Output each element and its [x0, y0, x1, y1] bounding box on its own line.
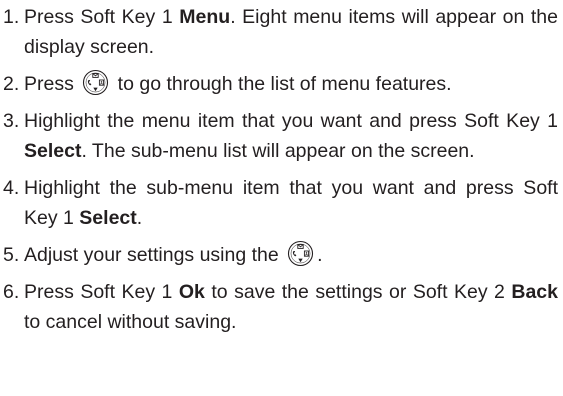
soft-key-label: Menu [179, 6, 231, 28]
step-text: Press Soft Key 1 Menu. Eight menu items … [24, 2, 558, 62]
step-text-segment: . [136, 207, 143, 229]
step-text-segment: to go through the list of menu features. [112, 73, 452, 95]
step-text: Press Soft Key 1 Ok to save the settings… [24, 277, 558, 337]
step-item: 4. Highlight the sub-menu item that you w… [3, 173, 558, 233]
instruction-page: { "steps": [ { "number": "1.", "parts": … [0, 0, 563, 396]
step-item: 6. Press Soft Key 1 Ok to save the settin… [3, 277, 558, 337]
instruction-steps-list: 1. Press Soft Key 1 Menu. Eight menu item… [3, 2, 558, 344]
step-text: Highlight the sub-menu item that you wan… [24, 173, 558, 233]
step-number: 4. [3, 177, 20, 199]
step-number: 6. [3, 281, 20, 303]
step-text-segment: to save the settings or Soft Key 2 [204, 281, 512, 303]
step-item: 2. Press to go through the list of menu f… [3, 69, 558, 99]
step-number: 1. [3, 6, 20, 28]
soft-key-label: Select [24, 140, 82, 162]
step-item: 3. Highlight the menu item that you want … [3, 106, 558, 166]
step-item: 5. Adjust your settings using the . [3, 240, 558, 270]
soft-key-label: Select [79, 207, 137, 229]
step-text: Press to go through the list of menu fea… [24, 69, 558, 99]
step-text: Highlight the menu item that you want an… [24, 106, 558, 166]
step-text-segment: Press Soft Key 1 [24, 6, 180, 28]
navigation-key-icon [287, 240, 314, 267]
step-text-segment: Press Soft Key 1 [24, 281, 179, 303]
step-number: 3. [3, 110, 20, 132]
step-text: Adjust your settings using the . [24, 240, 558, 270]
step-text-segment: to cancel without saving. [24, 311, 237, 333]
step-text-segment: . The sub-menu list will appear on the s… [81, 140, 475, 162]
soft-key-label: Back [511, 281, 558, 303]
soft-key-label: Ok [178, 281, 205, 303]
step-number: 2. [3, 73, 20, 95]
step-number: 5. [3, 244, 20, 266]
navigation-key-icon [82, 69, 109, 96]
step-item: 1. Press Soft Key 1 Menu. Eight menu item… [3, 2, 558, 62]
step-text-segment: . [317, 244, 323, 266]
step-text-segment: Adjust your settings using the [24, 244, 285, 266]
step-text-segment: Highlight the menu item that you want an… [24, 110, 558, 132]
step-text-segment: Press [24, 73, 80, 95]
